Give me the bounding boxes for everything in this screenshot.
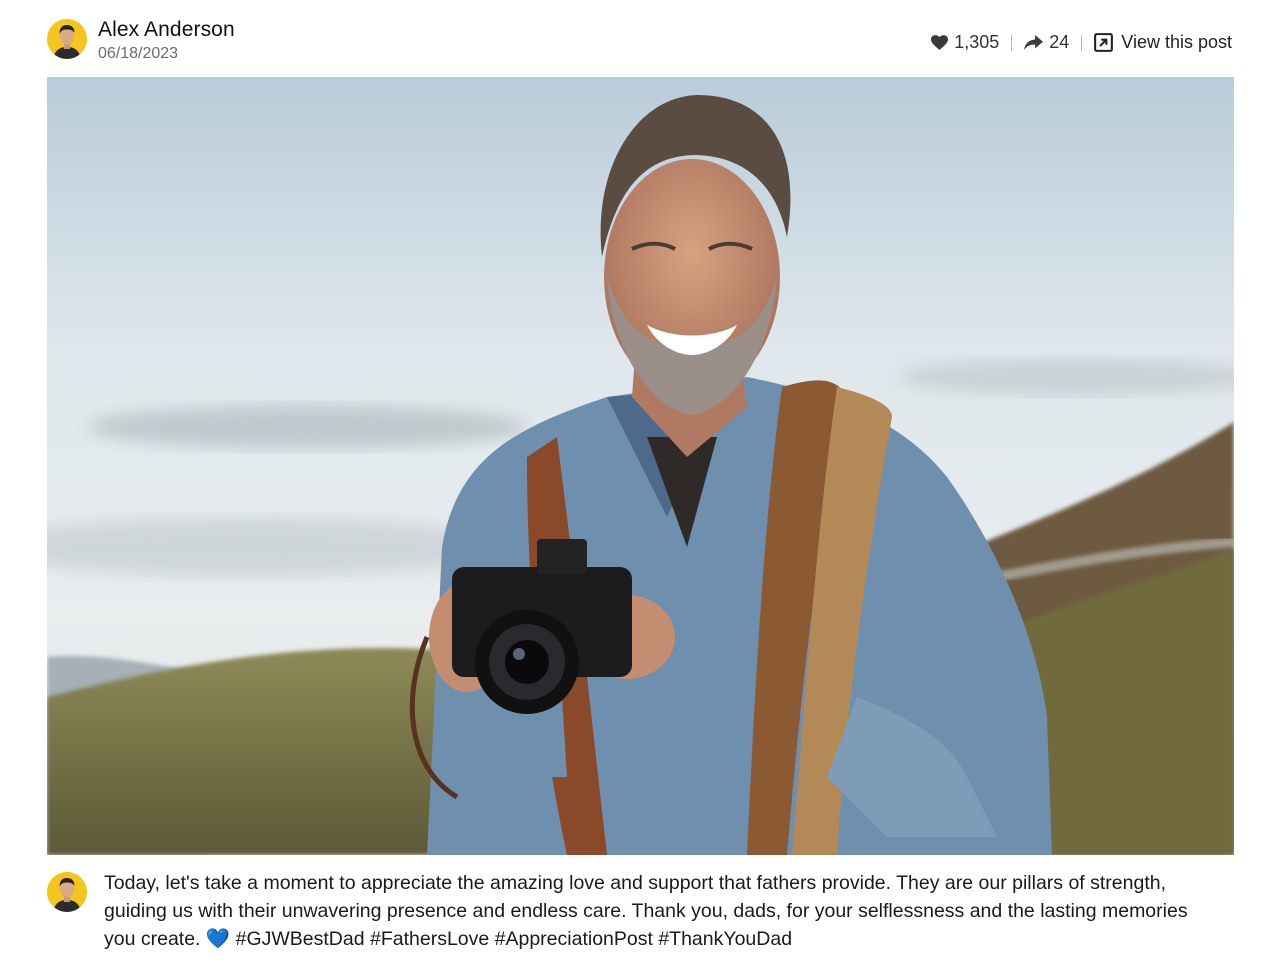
view-post-label: View this post <box>1121 32 1232 52</box>
blue-heart-emoji: 💙 <box>205 928 231 950</box>
photo-illustration <box>47 77 1234 855</box>
view-post-link[interactable]: View this post <box>1094 32 1232 53</box>
shares-stat[interactable]: 24 <box>1024 32 1069 53</box>
post-caption: Today, let's take a moment to appreciate… <box>104 869 1224 953</box>
post-stats: 1,305 24 View this post <box>931 32 1232 53</box>
heart-icon <box>931 35 949 50</box>
caption-hashtags[interactable]: #GJWBestDad #FathersLove #AppreciationPo… <box>236 928 792 950</box>
likes-stat[interactable]: 1,305 <box>931 32 999 53</box>
divider <box>1011 34 1013 51</box>
divider <box>1081 34 1083 51</box>
post-date: 06/18/2023 <box>98 45 179 62</box>
likes-count: 1,305 <box>954 32 1000 52</box>
post-header: Alex Anderson 06/18/2023 1,305 24 View t… <box>47 14 1234 70</box>
author-avatar[interactable] <box>47 19 87 59</box>
share-arrow-icon <box>1024 35 1044 50</box>
caption-avatar[interactable] <box>47 872 87 912</box>
shares-count: 24 <box>1049 32 1070 52</box>
external-link-icon <box>1094 33 1114 52</box>
author-name[interactable]: Alex Anderson <box>98 18 235 42</box>
post-image[interactable] <box>47 77 1234 855</box>
